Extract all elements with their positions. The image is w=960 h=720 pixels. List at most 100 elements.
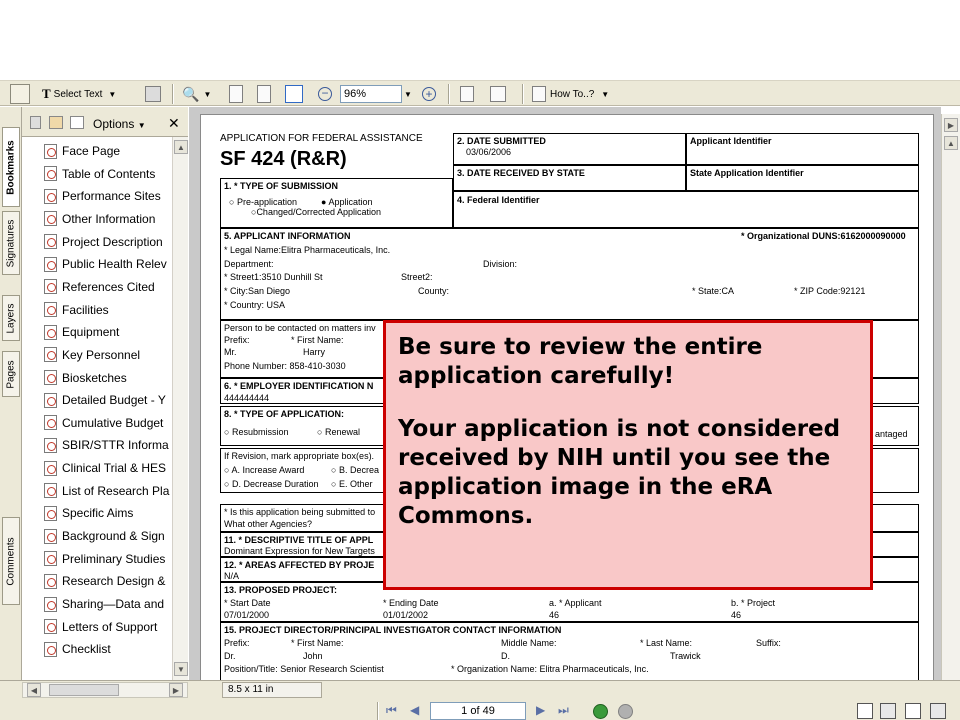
pre-application-option: ○ Pre-application [229,197,297,207]
bookmarks-header: Options ▼ ✕ [22,107,188,137]
instruction-callout: Be sure to review the entire application… [383,320,873,590]
bookmark-page-icon [44,415,57,431]
bookmark-scrollbar[interactable]: ▲ ▼ [172,137,188,680]
increase-award-option: ○ A. Increase Award [224,465,305,475]
tab-layers[interactable]: Layers [2,295,20,341]
bookmark-page-icon [44,302,57,318]
continuous-facing-icon[interactable] [930,703,946,719]
date-received-box: 3. DATE RECEIVED BY STATE [453,165,686,191]
zoom-in-tool-icon[interactable]: 🔍 ▼ [182,84,211,104]
bookmark-label: Facilities [62,302,109,317]
bookmark-item[interactable]: Performance Sites [30,186,175,206]
bookmark-page-icon [44,256,57,272]
bookmark-item[interactable]: Biosketches [30,368,175,388]
bookmark-item[interactable]: Other Information [30,209,175,229]
scroll-right-icon[interactable]: ▶ [169,683,183,697]
rotate-view-icon[interactable] [460,84,474,104]
scroll-up-icon[interactable]: ▲ [174,140,188,154]
bookmark-item[interactable]: Face Page [30,141,175,161]
bookmark-item[interactable]: Letters of Support [30,617,175,637]
bookmark-item[interactable]: Specific Aims [30,503,175,523]
bookmark-label: Detailed Budget - Y [62,393,166,408]
last-page-icon[interactable]: ⏭ [558,703,569,718]
rotate-page-icon[interactable] [490,84,506,104]
bookmark-item[interactable]: Cumulative Budget [30,413,175,433]
chevron-down-icon[interactable]: ▼ [404,84,412,104]
fit-page-icon[interactable] [257,84,271,104]
options-menu[interactable]: Options ▼ [93,117,146,131]
bookmark-page-icon [44,551,57,567]
close-icon[interactable]: ✕ [168,115,180,132]
bookmark-page-icon [44,641,57,657]
fit-width-icon[interactable] [285,84,303,104]
how-to-button[interactable]: How To..? ▼ [532,84,609,104]
document-scrollbar[interactable]: ▶ ▲ [941,114,960,680]
renewal-option: ○ Renewal [317,427,360,437]
radio-empty-icon: ○ [331,479,337,489]
bookmark-item[interactable]: List of Research Pla [30,481,175,501]
previous-view-icon[interactable] [593,704,608,719]
bookmark-item[interactable]: Research Design & [30,571,175,591]
bookmark-item[interactable]: Checklist [30,639,175,659]
bookmark-label: Performance Sites [62,189,161,204]
scroll-up-icon[interactable]: ▲ [944,136,958,150]
decrease-duration-option: ○ D. Decrease Duration [224,479,319,489]
hand-tool-icon[interactable] [10,84,30,104]
bookmark-item[interactable]: Key Personnel [30,345,175,365]
bookmark-item[interactable]: SBIR/STTR Informa [30,435,175,455]
bookmark-label: Research Design & [62,574,166,589]
bookmark-page-icon [44,211,57,227]
bookmark-item[interactable]: Sharing—Data and [30,594,175,614]
actual-size-icon[interactable] [229,84,243,104]
federal-identifier-box: 4. Federal Identifier [453,191,919,228]
next-page-icon[interactable]: ▶ [536,703,545,717]
facing-icon[interactable] [905,703,921,719]
single-page-icon[interactable] [857,703,873,719]
snapshot-tool-icon[interactable] [145,84,161,104]
scroll-down-icon[interactable]: ▼ [174,662,188,676]
bookmark-page-icon [44,279,57,295]
expand-bookmark-icon[interactable] [70,116,84,129]
next-view-icon[interactable] [618,704,633,719]
zoom-out-icon[interactable]: − [318,84,332,104]
tab-bookmarks[interactable]: Bookmarks [2,127,20,207]
select-text-button[interactable]: T Select Text ▼ [42,84,116,104]
scroll-left-icon[interactable]: ◀ [27,683,41,697]
bookmark-page-icon [44,437,57,453]
bookmark-item[interactable]: Facilities [30,300,175,320]
page-up-icon[interactable]: ▶ [944,118,958,132]
zoom-in-icon[interactable]: + [422,84,436,104]
bookmark-item[interactable]: Equipment [30,322,175,342]
bookmark-label: References Cited [62,279,155,294]
bookmark-label: Specific Aims [62,506,134,521]
horizontal-scrollbar[interactable]: ◀ ▶ [22,682,188,698]
tab-comments[interactable]: Comments [2,517,20,605]
bookmark-item[interactable]: Project Description [30,232,175,252]
page-number-input[interactable]: 1 of 49 [430,702,526,720]
zoom-input[interactable]: 96% [340,85,402,103]
bookmark-item[interactable]: Preliminary Studies [30,549,175,569]
bookmark-page-icon [44,188,57,204]
tab-pages[interactable]: Pages [2,351,20,397]
callout-review-text: Be sure to review the entire application… [398,334,763,389]
continuous-icon[interactable] [880,703,896,719]
bookmark-item[interactable]: Clinical Trial & HES [30,458,175,478]
bookmark-item[interactable]: Detailed Budget - Y [30,390,175,410]
bookmark-item[interactable]: Background & Sign [30,526,175,546]
bookmark-item[interactable]: References Cited [30,277,175,297]
bookmark-item[interactable]: Table of Contents [30,164,175,184]
tab-signatures[interactable]: Signatures [2,211,20,275]
first-page-icon[interactable]: ⏮ [386,703,397,718]
state-app-identifier-box: State Application Identifier [686,165,919,191]
scroll-thumb[interactable] [49,684,119,696]
bookmark-label: Sharing—Data and [62,597,165,611]
trash-icon[interactable] [30,116,41,129]
new-bookmark-icon[interactable] [49,116,63,129]
bookmark-item[interactable]: Public Health Relev [30,254,175,274]
other-option: ○ E. Other [331,479,373,489]
radio-empty-icon: ○ [229,197,235,207]
bookmark-label: Public Health Relev [62,257,167,272]
date-submitted-box: 2. DATE SUBMITTED 03/06/2006 [453,133,686,165]
bookmark-page-icon [44,528,57,544]
previous-page-icon[interactable]: ◀ [410,703,419,717]
